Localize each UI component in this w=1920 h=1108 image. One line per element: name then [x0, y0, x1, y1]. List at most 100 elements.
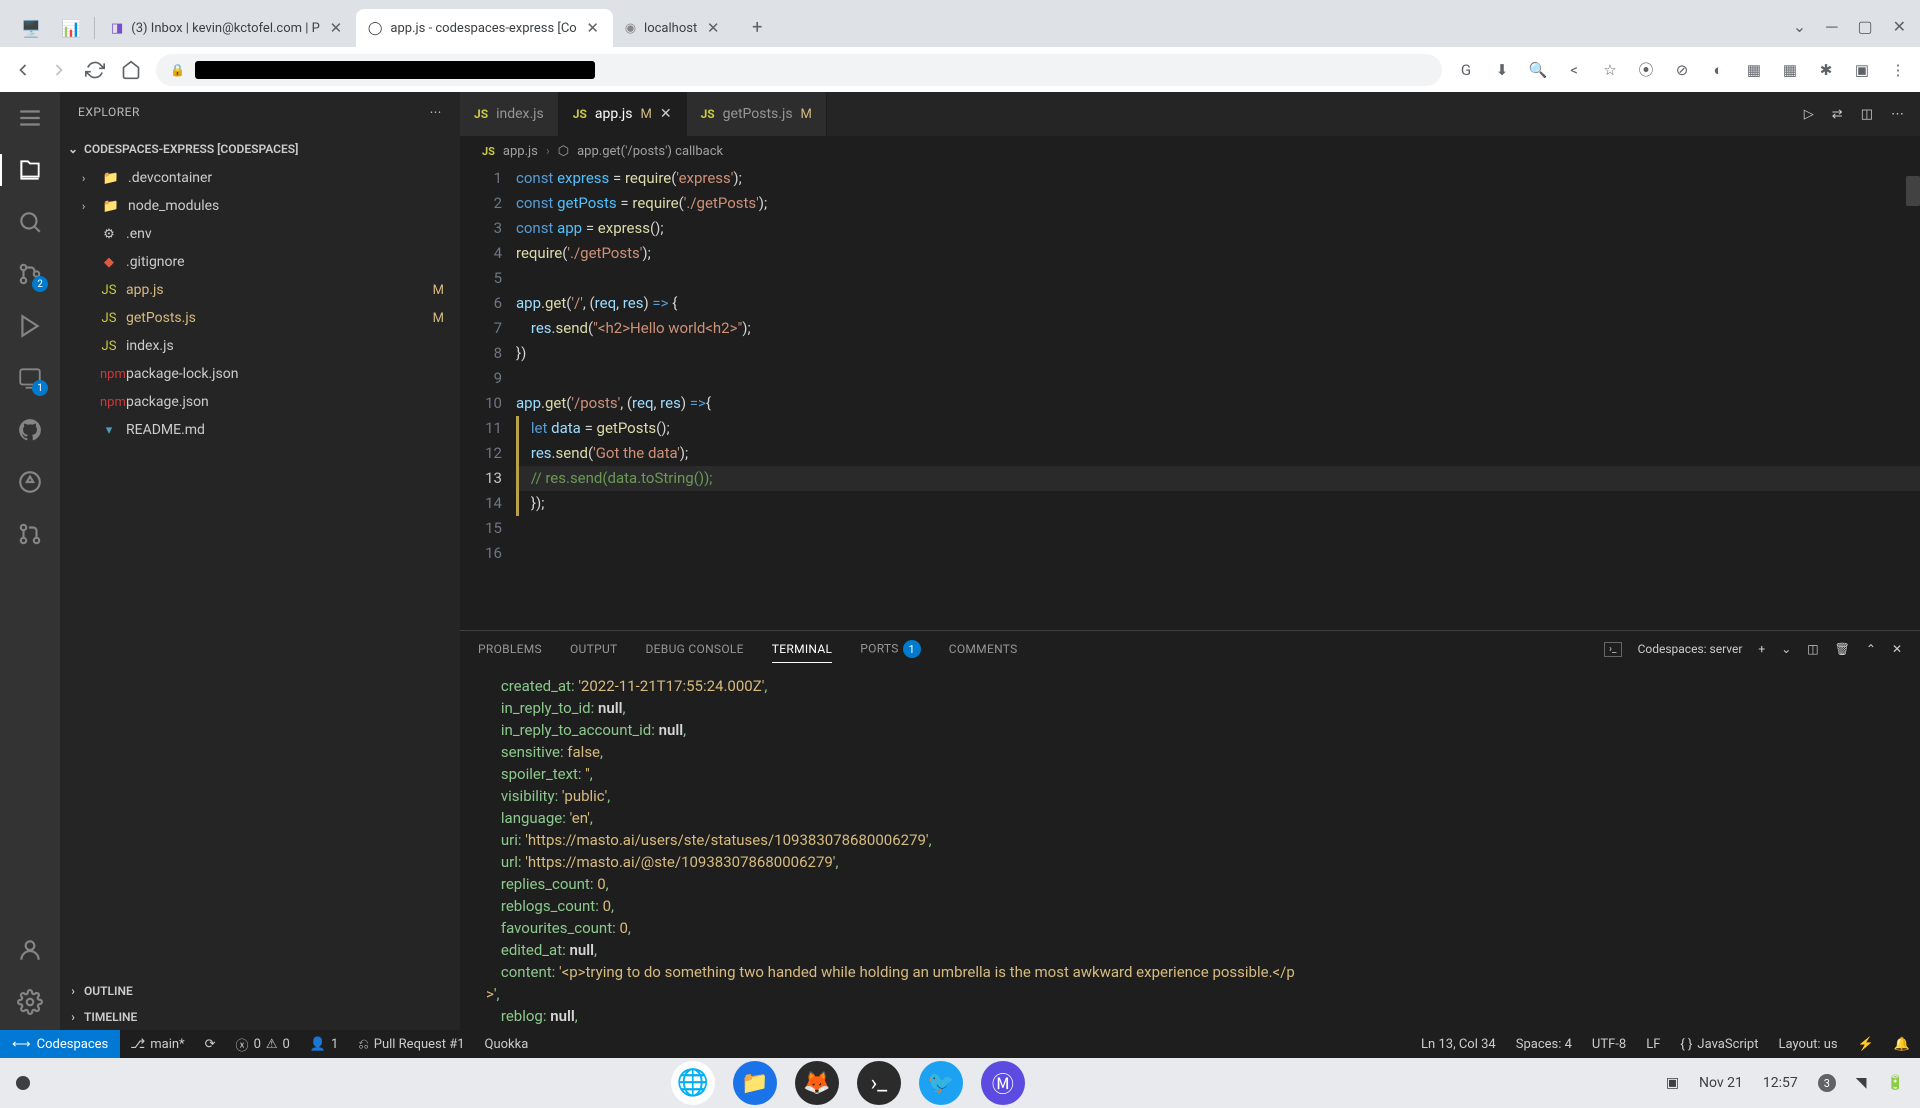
code-line[interactable]: res.send('Got the data');	[516, 441, 1920, 466]
remote-explorer-icon[interactable]: 1	[16, 364, 44, 392]
terminal-label[interactable]: Codespaces: server	[1638, 642, 1743, 656]
back-button[interactable]	[12, 59, 34, 81]
extension-icon[interactable]: ◐	[1708, 60, 1728, 80]
extension-icon[interactable]: ▦	[1744, 60, 1764, 80]
extension-icon[interactable]: ⬇	[1492, 60, 1512, 80]
extension-icon[interactable]: G	[1456, 60, 1476, 80]
notifications-icon[interactable]: 🔔	[1884, 1037, 1920, 1052]
problems-indicator[interactable]: ⓧ0 ⚠0	[226, 1035, 300, 1054]
workspace-section[interactable]: ⌄ CODESPACES-EXPRESS [CODESPACES]	[60, 136, 460, 162]
new-terminal-icon[interactable]: +	[1758, 642, 1765, 656]
editor-tab[interactable]: JSapp.jsM✕	[559, 92, 687, 136]
pr-indicator[interactable]: ⎌Pull Request #1	[348, 1037, 474, 1052]
tree-item[interactable]: ◆.gitignore	[60, 248, 460, 276]
tree-item[interactable]: ⚙.env	[60, 220, 460, 248]
github-icon[interactable]	[16, 416, 44, 444]
quokka-indicator[interactable]: Quokka	[475, 1037, 539, 1052]
browser-tab[interactable]: ◨ (3) Inbox | kevin@kctofel.com | P ✕	[99, 9, 356, 47]
wifi-icon[interactable]: ◥	[1856, 1075, 1867, 1091]
tree-item[interactable]: ▾README.md	[60, 416, 460, 444]
tree-item[interactable]: JSapp.jsM	[60, 276, 460, 304]
chevron-down-icon[interactable]: ⌄	[1793, 17, 1806, 37]
panel-tab[interactable]: PORTS1	[860, 640, 920, 658]
pinned-tab[interactable]: 📊	[50, 9, 90, 47]
close-icon[interactable]: ✕	[705, 20, 721, 36]
chevron-up-icon[interactable]: ⌃	[1866, 642, 1876, 656]
battery-icon[interactable]: 🔋	[1887, 1075, 1904, 1091]
close-icon[interactable]: ✕	[660, 106, 672, 122]
sync-button[interactable]: ⟳	[195, 1037, 226, 1052]
line-number[interactable]: 2	[460, 191, 502, 216]
new-tab-button[interactable]: +	[741, 11, 773, 43]
run-debug-icon[interactable]	[16, 312, 44, 340]
breadcrumb[interactable]: JS app.js › ⬡ app.get('/posts') callback	[460, 136, 1920, 166]
code-line[interactable]: const getPosts = require('./getPosts');	[516, 191, 1920, 216]
editor-tab[interactable]: JSgetPosts.jsM	[687, 92, 827, 136]
tree-item[interactable]: JSgetPosts.jsM	[60, 304, 460, 332]
panel-tab[interactable]: TERMINAL	[772, 642, 832, 663]
code-line[interactable]: })	[516, 341, 1920, 366]
code-line[interactable]	[516, 541, 1920, 566]
code-line[interactable]	[516, 266, 1920, 291]
line-number[interactable]: 5	[460, 266, 502, 291]
launcher-icon[interactable]	[16, 1076, 30, 1090]
extension-icon[interactable]: ⊘	[1672, 60, 1692, 80]
code-line[interactable]: // res.send(data.toString());	[516, 466, 1920, 491]
minimize-icon[interactable]: ─	[1826, 17, 1837, 37]
close-icon[interactable]: ✕	[585, 20, 601, 36]
terminal-select-icon[interactable]: ›_	[1604, 642, 1622, 657]
notif-count-icon[interactable]: 3	[1818, 1074, 1836, 1092]
tray-icon[interactable]: ▣	[1666, 1075, 1679, 1091]
code-line[interactable]: res.send("<h2>Hello world<h2>");	[516, 316, 1920, 341]
line-number[interactable]: 16	[460, 541, 502, 566]
home-button[interactable]	[120, 59, 142, 81]
terminal-output[interactable]: created_at: '2022-11-21T17:55:24.000Z', …	[460, 667, 1920, 1030]
line-number[interactable]: 14	[460, 491, 502, 516]
code-line[interactable]: const app = express();	[516, 216, 1920, 241]
search-icon[interactable]	[16, 208, 44, 236]
tree-item[interactable]: ›📁node_modules	[60, 192, 460, 220]
line-number[interactable]: 15	[460, 516, 502, 541]
maximize-icon[interactable]: ▢	[1857, 17, 1872, 37]
terminal-dock-icon[interactable]: ›_	[857, 1061, 901, 1105]
code-line[interactable]: });	[516, 491, 1920, 516]
settings-gear-icon[interactable]	[16, 988, 44, 1016]
forward-button[interactable]	[48, 59, 70, 81]
extension-icon[interactable]: ⋮	[1888, 60, 1908, 80]
line-number[interactable]: 3	[460, 216, 502, 241]
kill-terminal-icon[interactable]: 🗑	[1835, 642, 1850, 656]
tree-item[interactable]: npmpackage.json	[60, 388, 460, 416]
explorer-icon[interactable]	[16, 156, 44, 184]
split-terminal-icon[interactable]: ◫	[1807, 642, 1818, 656]
code-line[interactable]	[516, 366, 1920, 391]
minimap[interactable]	[1902, 166, 1920, 630]
code-line[interactable]: app.get('/posts', (req, res) =>{	[516, 391, 1920, 416]
close-panel-icon[interactable]: ✕	[1892, 642, 1902, 656]
branch-indicator[interactable]: ⎇main*	[120, 1037, 194, 1052]
feedback-icon[interactable]: ⚡	[1848, 1037, 1884, 1052]
code-line[interactable]: app.get('/', (req, res) => {	[516, 291, 1920, 316]
more-icon[interactable]: ⋯	[430, 105, 443, 119]
browser-tab[interactable]: ◉ localhost ✕	[613, 9, 734, 47]
line-number[interactable]: 4	[460, 241, 502, 266]
panel-tab[interactable]: DEBUG CONSOLE	[646, 642, 744, 656]
chevron-down-icon[interactable]: ⌄	[1781, 642, 1791, 656]
code-line[interactable]: require('./getPosts');	[516, 241, 1920, 266]
compare-icon[interactable]: ⇄	[1832, 107, 1843, 122]
line-number[interactable]: 13	[460, 466, 502, 491]
extension-icon[interactable]: ⦿	[1636, 60, 1656, 80]
close-icon[interactable]: ✕	[1893, 17, 1906, 37]
extension-icon[interactable]: ▣	[1852, 60, 1872, 80]
quokka-icon[interactable]	[16, 468, 44, 496]
git-pr-icon[interactable]	[16, 520, 44, 548]
split-editor-icon[interactable]: ◫	[1861, 107, 1873, 122]
line-number[interactable]: 7	[460, 316, 502, 341]
line-number[interactable]: 8	[460, 341, 502, 366]
code-line[interactable]	[516, 516, 1920, 541]
line-number[interactable]: 9	[460, 366, 502, 391]
panel-tab[interactable]: COMMENTS	[949, 642, 1018, 656]
run-icon[interactable]: ▷	[1804, 107, 1814, 122]
app-dock-icon[interactable]: 🦊	[795, 1061, 839, 1105]
twitter-dock-icon[interactable]: 🐦	[919, 1061, 963, 1105]
editor-tab[interactable]: JSindex.js	[460, 92, 559, 136]
